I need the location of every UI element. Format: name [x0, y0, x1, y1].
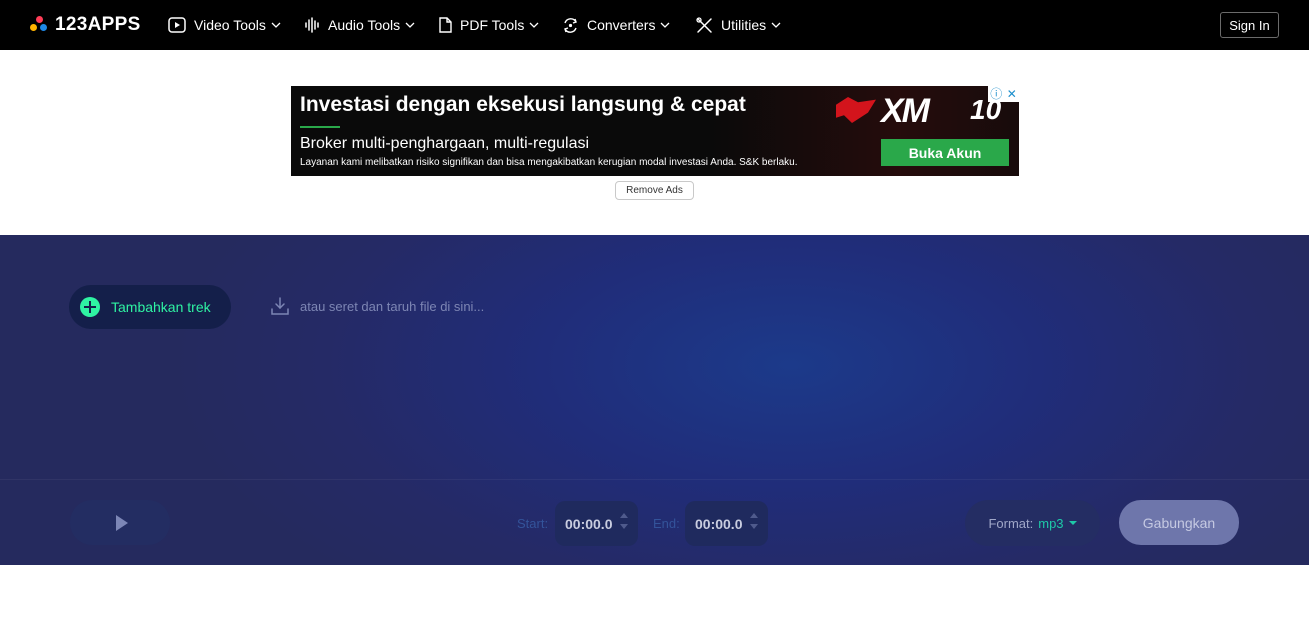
- ad-brand-logo: XM 10: [836, 92, 1011, 130]
- document-icon: [439, 17, 452, 33]
- advertisement-banner[interactable]: Investasi dengan eksekusi langsung & cep…: [291, 86, 1019, 176]
- convert-cycle-icon: [564, 17, 577, 33]
- drop-zone-hint[interactable]: atau seret dan taruh file di sini...: [270, 295, 484, 317]
- brand-logo[interactable]: 123APPS: [29, 14, 141, 36]
- play-icon: [116, 514, 128, 531]
- chevron-down-icon: [271, 22, 281, 28]
- ad-disclaimer: Layanan kami melibatkan risiko signifika…: [300, 157, 798, 168]
- ad-info-icon[interactable]: ⓘ: [990, 87, 1002, 101]
- merge-button[interactable]: Gabungkan: [1119, 500, 1239, 545]
- ad-open-account-button[interactable]: Buka Akun: [881, 139, 1009, 166]
- top-navigation-bar: 123APPS Video Tools Audio Tools PDF Tool…: [0, 0, 1309, 50]
- nav-video-tools[interactable]: Video Tools: [168, 15, 281, 35]
- ad-subline: Broker multi-penghargaan, multi-regulasi: [300, 135, 590, 152]
- nav-video-tools-label: Video Tools: [194, 17, 266, 33]
- nav-audio-tools[interactable]: Audio Tools: [304, 15, 415, 35]
- end-time-input[interactable]: 00:00.0: [685, 501, 768, 546]
- format-select[interactable]: Format: mp3: [965, 500, 1100, 546]
- format-value: mp3: [1038, 515, 1064, 531]
- add-track-button[interactable]: Tambahkan trek: [69, 285, 231, 329]
- bull-logo-icon: [836, 97, 876, 123]
- start-time-label: Start:: [517, 516, 549, 531]
- audio-joiner-workspace: Tambahkan trek atau seret dan taruh file…: [0, 235, 1309, 565]
- logo-dot-blue: [40, 24, 47, 31]
- nav-utilities[interactable]: Utilities: [696, 15, 781, 35]
- end-time-stepper[interactable]: [750, 513, 758, 533]
- download-tray-icon: [271, 297, 289, 315]
- start-time-input[interactable]: 00:00.0: [555, 501, 638, 546]
- play-button[interactable]: [70, 500, 170, 545]
- chevron-down-icon: [771, 22, 781, 28]
- chevron-down-icon: [661, 22, 670, 28]
- start-time-value: 00:00.0: [565, 515, 613, 532]
- end-time-label: End:: [653, 516, 680, 531]
- brand-name: 123APPS: [55, 14, 141, 35]
- timeline-divider: [0, 479, 1309, 480]
- remove-ads-button[interactable]: Remove Ads: [615, 181, 694, 200]
- logo-dot-yellow: [30, 24, 37, 31]
- logo-dot-red: [36, 16, 43, 23]
- end-time-value: 00:00.0: [695, 515, 743, 532]
- brand-logo-icon: [29, 15, 49, 35]
- nav-utilities-label: Utilities: [721, 17, 767, 33]
- ad-brand-text: XM: [881, 92, 930, 130]
- start-time-stepper[interactable]: [620, 513, 628, 533]
- tools-icon: [696, 16, 712, 33]
- nav-pdf-tools-label: PDF Tools: [460, 17, 525, 33]
- nav-converters-label: Converters: [587, 17, 656, 33]
- plus-circle-icon: [80, 297, 100, 317]
- play-square-icon: [168, 17, 186, 33]
- format-label: Format:: [988, 515, 1034, 531]
- ad-choices-controls[interactable]: ⓘ ✕: [988, 86, 1019, 102]
- ad-accent-line: [300, 126, 340, 128]
- ad-headline: Investasi dengan eksekusi langsung & cep…: [300, 93, 746, 116]
- ad-close-icon[interactable]: ✕: [1007, 87, 1017, 101]
- nav-pdf-tools[interactable]: PDF Tools: [438, 15, 539, 35]
- audio-wave-icon: [305, 17, 319, 33]
- drop-zone-text: atau seret dan taruh file di sini...: [300, 298, 485, 314]
- add-track-label: Tambahkan trek: [111, 299, 211, 315]
- nav-converters[interactable]: Converters: [562, 15, 670, 35]
- sign-in-button[interactable]: Sign In: [1220, 12, 1279, 38]
- caret-down-icon: [1068, 521, 1077, 525]
- chevron-down-icon: [529, 22, 539, 28]
- nav-audio-tools-label: Audio Tools: [328, 17, 401, 33]
- chevron-down-icon: [405, 22, 415, 28]
